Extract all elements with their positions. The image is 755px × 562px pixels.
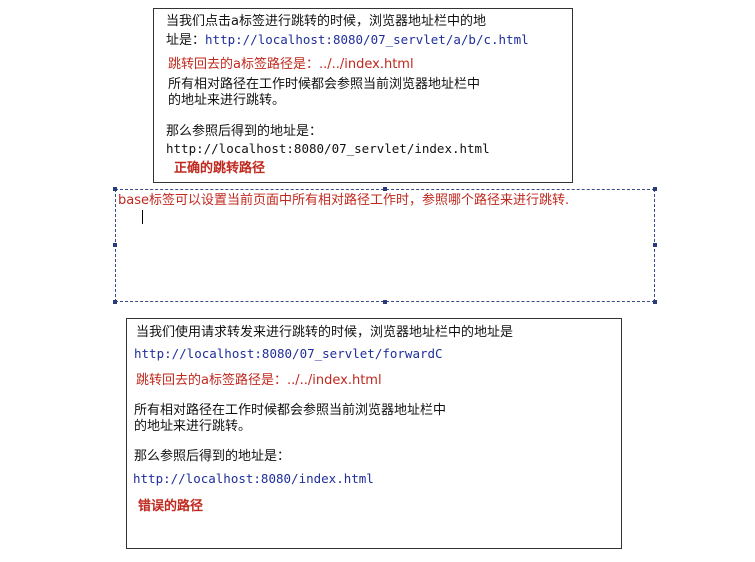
top-box-address-prefix: 址是： (166, 33, 206, 48)
top-box-result-url: http://localhost:8080/07_servlet/index.h… (166, 141, 490, 156)
bottom-box-forward-url: http://localhost:8080/07_servlet/forward… (134, 346, 443, 361)
top-box-jump-path: 跳转回去的a标签路径是：../../index.html (168, 57, 414, 72)
top-box-result-label: 那么参照后得到的地址是： (166, 124, 323, 139)
frame-handle-middle-right[interactable] (653, 243, 657, 247)
bottom-box-note-line-1: 所有相对路径在工作时候都会参照当前浏览器地址栏中 (134, 403, 447, 418)
frame-handle-bottom-center[interactable] (383, 300, 387, 304)
base-tag-description-text[interactable]: base标签可以设置当前页面中所有相对路径工作时，参照哪个路径来进行跳转. (118, 193, 648, 209)
top-box-address-url: http://localhost:8080/07_servlet/a/b/c.h… (205, 32, 529, 47)
top-box-line-1: 当我们点击a标签进行跳转的时候，浏览器地址栏中的地 (166, 14, 486, 29)
bottom-box-note-line-2: 的地址来进行跳转。 (134, 419, 252, 434)
frame-handle-top-center[interactable] (383, 187, 387, 191)
bottom-box-line-1: 当我们使用请求转发来进行跳转的时候，浏览器地址栏中的地址是 (136, 325, 514, 340)
frame-handle-bottom-left[interactable] (113, 300, 117, 304)
bottom-box-jump-path: 跳转回去的a标签路径是：../../index.html (136, 373, 382, 388)
text-caret (142, 210, 143, 224)
top-box-line-2: 址是：http://localhost:8080/07_servlet/a/b/… (166, 32, 529, 49)
frame-handle-top-left[interactable] (113, 187, 117, 191)
bottom-box-result-label: 那么参照后得到的地址是： (134, 449, 291, 464)
bottom-box-result-url: http://localhost:8080/index.html (133, 471, 374, 486)
top-box-note-line-1: 所有相对路径在工作时候都会参照当前浏览器地址栏中 (168, 77, 481, 92)
top-box-verdict: 正确的跳转路径 (174, 161, 266, 176)
frame-handle-top-right[interactable] (653, 187, 657, 191)
top-box-note-line-2: 的地址来进行跳转。 (168, 93, 286, 108)
frame-handle-bottom-right[interactable] (653, 300, 657, 304)
bottom-box-verdict: 错误的路径 (138, 499, 204, 514)
frame-handle-middle-left[interactable] (113, 243, 117, 247)
